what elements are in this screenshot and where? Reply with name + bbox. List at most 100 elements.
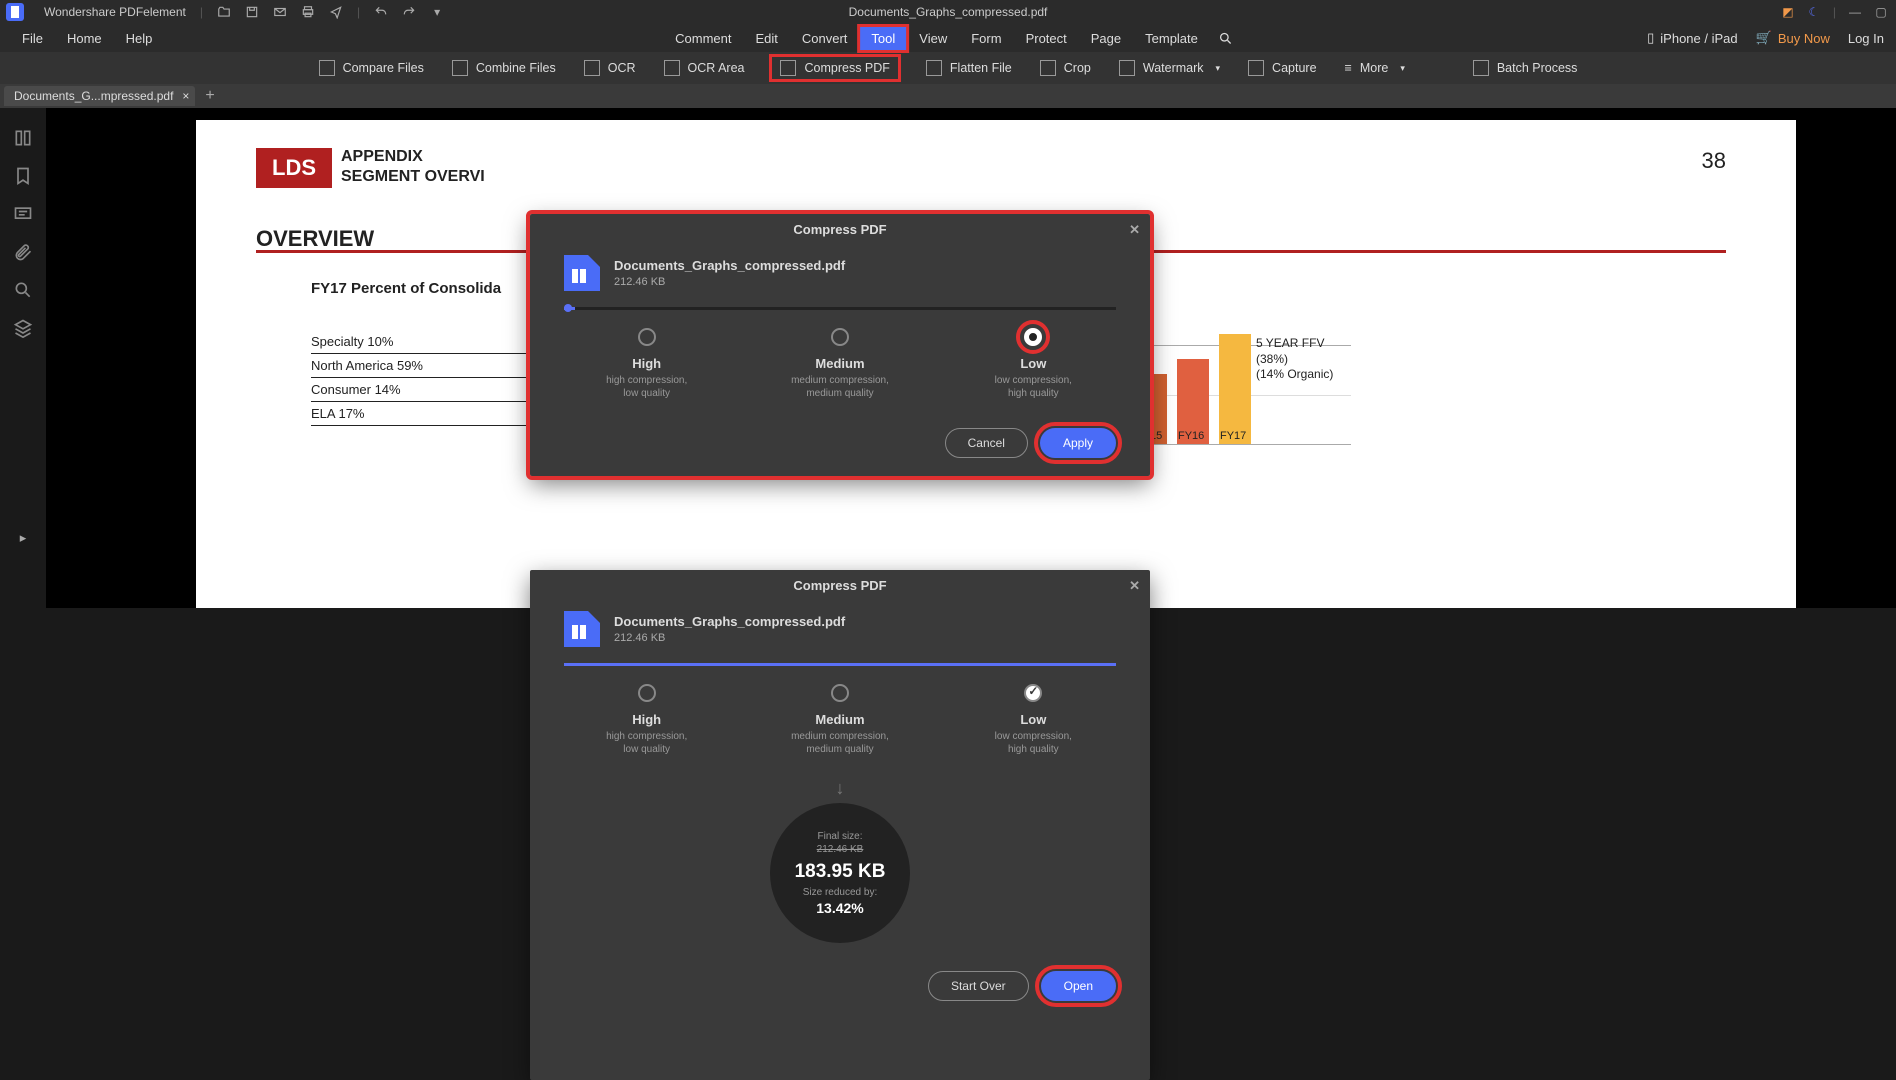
tool-more[interactable]: ≡More▾ <box>1345 61 1405 75</box>
open-file-icon[interactable] <box>217 5 231 19</box>
progress-bar <box>564 663 1116 666</box>
maximize-icon[interactable]: ▢ <box>1874 5 1888 19</box>
tool-crop[interactable]: Crop <box>1040 60 1091 76</box>
menu-page[interactable]: Page <box>1079 26 1133 51</box>
option-medium[interactable]: Medium medium compression,medium quality <box>765 684 915 756</box>
tab-document[interactable]: Documents_G...mpressed.pdf× <box>4 86 195 106</box>
undo-icon[interactable] <box>374 5 388 19</box>
flatten-icon <box>926 60 942 76</box>
close-icon[interactable]: ✕ <box>1129 578 1140 594</box>
option-low[interactable]: Low low compression,high quality <box>958 328 1108 400</box>
left-sidebar: ▸ <box>0 108 46 608</box>
file-info: Documents_Graphs_compressed.pdf 212.46 K… <box>530 245 1150 301</box>
radio-icon[interactable] <box>638 328 656 346</box>
menu-comment[interactable]: Comment <box>663 26 743 51</box>
tool-ocr[interactable]: OCR <box>584 60 636 76</box>
watermark-icon <box>1119 60 1135 76</box>
radio-icon[interactable] <box>1024 328 1042 346</box>
compression-options: High high compression,low quality Medium… <box>530 310 1150 418</box>
combine-icon <box>452 60 468 76</box>
radio-selected-icon[interactable] <box>1024 684 1042 702</box>
dropdown-icon[interactable]: ▾ <box>430 5 444 19</box>
tool-capture[interactable]: Capture <box>1248 60 1316 76</box>
start-over-button[interactable]: Start Over <box>928 971 1029 1001</box>
close-icon[interactable]: ✕ <box>1129 222 1140 238</box>
tab-close-icon[interactable]: × <box>182 89 189 103</box>
bar-label: FY16 <box>1178 430 1204 442</box>
fy17-heading: FY17 Percent of Consolida <box>311 280 501 297</box>
bookmarks-icon[interactable] <box>13 166 33 186</box>
radio-icon[interactable] <box>831 328 849 346</box>
pdf-file-icon <box>564 255 600 291</box>
page-heading-segment: SEGMENT OVERVI <box>341 168 485 186</box>
buy-now-link[interactable]: 🛒Buy Now <box>1756 30 1830 46</box>
layers-icon[interactable] <box>13 318 33 338</box>
iphone-ipad-link[interactable]: ▯iPhone / iPad <box>1647 30 1738 46</box>
document-title: Documents_Graphs_compressed.pdf <box>849 5 1048 19</box>
notification-icon[interactable]: ◩ <box>1781 5 1795 19</box>
page-number: 38 <box>1702 148 1726 174</box>
tool-compress-pdf[interactable]: Compress PDF <box>772 57 897 79</box>
menu-help[interactable]: Help <box>114 26 165 51</box>
radio-icon[interactable] <box>638 684 656 702</box>
radio-icon[interactable] <box>831 684 849 702</box>
tab-add-icon[interactable]: + <box>205 87 214 105</box>
option-high[interactable]: High high compression,low quality <box>572 328 722 400</box>
compress-pdf-dialog-2: Compress PDF✕ Documents_Graphs_compresse… <box>530 570 1150 1080</box>
file-size: 212.46 KB <box>614 276 845 288</box>
menu-convert[interactable]: Convert <box>790 26 860 51</box>
phone-icon: ▯ <box>1647 30 1654 46</box>
menu-form[interactable]: Form <box>959 26 1013 51</box>
tool-flatten-file[interactable]: Flatten File <box>926 60 1012 76</box>
attachments-icon[interactable] <box>13 242 33 262</box>
login-link[interactable]: Log In <box>1848 31 1884 46</box>
cancel-button[interactable]: Cancel <box>945 428 1028 458</box>
comments-icon[interactable] <box>13 204 33 224</box>
option-high[interactable]: High high compression,low quality <box>572 684 722 756</box>
file-info: Documents_Graphs_compressed.pdf 212.46 K… <box>530 601 1150 657</box>
app-name: Wondershare PDFelement <box>44 5 186 19</box>
redo-icon[interactable] <box>402 5 416 19</box>
file-name: Documents_Graphs_compressed.pdf <box>614 614 845 629</box>
five-year-ffv: 5 YEAR FFV (38%) (14% Organic) <box>1256 336 1333 383</box>
search-panel-icon[interactable] <box>13 280 33 300</box>
share-icon[interactable] <box>329 5 343 19</box>
tool-watermark[interactable]: Watermark▾ <box>1119 60 1220 76</box>
minimize-icon[interactable]: — <box>1848 5 1862 19</box>
menu-template[interactable]: Template <box>1133 26 1210 51</box>
save-icon[interactable] <box>245 5 259 19</box>
menu-tool[interactable]: Tool <box>859 26 907 51</box>
menu-protect[interactable]: Protect <box>1014 26 1079 51</box>
tool-ocr-area[interactable]: OCR Area <box>664 60 745 76</box>
open-button[interactable]: Open <box>1041 971 1116 1001</box>
page-heading-appendix: APPENDIX <box>341 148 423 166</box>
ocr-icon <box>584 60 600 76</box>
compress-pdf-dialog-1: Compress PDF✕ Documents_Graphs_compresse… <box>530 214 1150 476</box>
compare-icon <box>319 60 335 76</box>
thumbnails-icon[interactable] <box>13 128 33 148</box>
expand-sidebar-icon[interactable]: ▸ <box>13 528 33 548</box>
apply-button[interactable]: Apply <box>1040 428 1116 458</box>
reduction-percent: 13.42% <box>816 900 863 916</box>
tool-combine-files[interactable]: Combine Files <box>452 60 556 76</box>
menu-edit[interactable]: Edit <box>743 26 789 51</box>
file-name: Documents_Graphs_compressed.pdf <box>614 258 845 273</box>
option-low[interactable]: Low low compression,high quality <box>958 684 1108 756</box>
mail-icon[interactable] <box>273 5 287 19</box>
search-icon[interactable] <box>1218 26 1233 51</box>
pdf-file-icon <box>564 611 600 647</box>
theme-icon[interactable]: ☾ <box>1807 5 1821 19</box>
toolbar: Compare Files Combine Files OCR OCR Area… <box>0 52 1896 84</box>
menu-home[interactable]: Home <box>55 26 114 51</box>
file-size: 212.46 KB <box>614 632 845 644</box>
tool-compare-files[interactable]: Compare Files <box>319 60 424 76</box>
app-logo-icon <box>6 3 24 21</box>
bar-label: FY17 <box>1220 430 1246 442</box>
option-medium[interactable]: Medium medium compression,medium quality <box>765 328 915 400</box>
print-icon[interactable] <box>301 5 315 19</box>
menu-file[interactable]: File <box>10 26 55 51</box>
dialog-title: Compress PDF✕ <box>530 214 1150 245</box>
tool-batch-process[interactable]: Batch Process <box>1473 60 1578 76</box>
menu-view[interactable]: View <box>907 26 959 51</box>
more-icon: ≡ <box>1345 61 1352 75</box>
